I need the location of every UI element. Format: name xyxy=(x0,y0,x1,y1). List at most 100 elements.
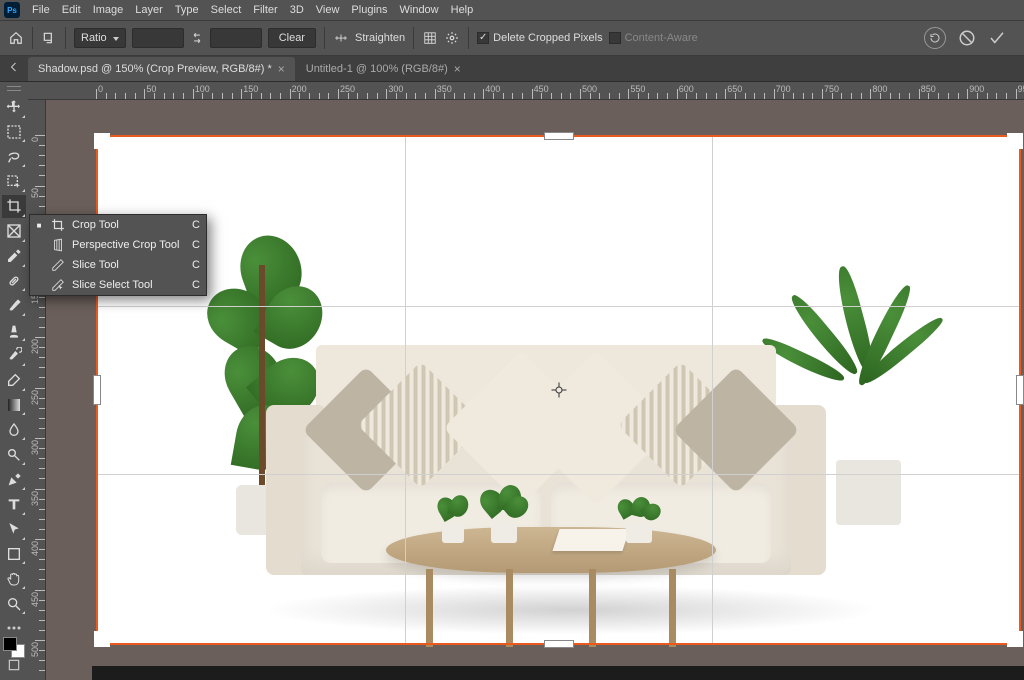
crop-center-icon xyxy=(550,381,568,399)
eraser-tool[interactable] xyxy=(2,369,26,392)
move-tool[interactable] xyxy=(2,96,26,119)
spot-heal-tool[interactable] xyxy=(2,270,26,293)
close-icon[interactable]: × xyxy=(278,62,285,76)
commit-crop-button[interactable] xyxy=(988,29,1006,47)
marquee-tool[interactable] xyxy=(2,121,26,144)
crop-tool-flyout: ■Crop ToolCPerspective Crop ToolCSlice T… xyxy=(29,214,207,296)
separator xyxy=(413,27,414,49)
crop-handle-s[interactable] xyxy=(545,641,573,647)
shape-tool[interactable] xyxy=(2,543,26,566)
crop-gridline xyxy=(98,306,1019,307)
brush-tool[interactable] xyxy=(2,294,26,317)
flyout-item-crop[interactable]: ■Crop ToolC xyxy=(30,215,206,235)
ruler-horizontal[interactable]: 0501001502002503003504004505005506006507… xyxy=(28,82,1024,100)
workspace: ■Crop ToolCPerspective Crop ToolCSlice T… xyxy=(0,82,1024,680)
checkbox-icon xyxy=(477,32,489,44)
straighten-icon[interactable] xyxy=(333,30,349,46)
swap-dimensions-icon[interactable] xyxy=(190,31,204,45)
tool-preset-icon[interactable] xyxy=(41,30,57,46)
reset-crop-button[interactable] xyxy=(924,27,946,49)
menu-item-select[interactable]: Select xyxy=(205,2,248,18)
menu-item-filter[interactable]: Filter xyxy=(247,2,283,18)
document-tabbar: Shadow.psd @ 150% (Crop Preview, RGB/8#)… xyxy=(0,56,1024,82)
toolbar-expand-icon[interactable] xyxy=(7,658,21,672)
perspective-crop-icon xyxy=(50,237,66,253)
menu-item-edit[interactable]: Edit xyxy=(56,2,87,18)
crop-tool[interactable] xyxy=(2,195,26,218)
straighten-label[interactable]: Straighten xyxy=(355,32,405,44)
menu-item-image[interactable]: Image xyxy=(87,2,130,18)
foreground-color-swatch[interactable] xyxy=(3,637,17,651)
tab-label: Untitled-1 @ 100% (RGB/8#) xyxy=(306,63,448,75)
crop-options-gear-icon[interactable] xyxy=(444,30,460,46)
gradient-tool[interactable] xyxy=(2,394,26,417)
crop-preset-select[interactable]: Ratio xyxy=(74,28,126,48)
panel-grip-icon[interactable] xyxy=(3,86,25,92)
menu-item-file[interactable]: File xyxy=(26,2,56,18)
frame-tool[interactable] xyxy=(2,220,26,243)
tab-inactive[interactable]: Untitled-1 @ 100% (RGB/8#) × xyxy=(296,57,471,81)
dodge-tool[interactable] xyxy=(2,443,26,466)
tab-overflow-icon[interactable] xyxy=(8,61,20,73)
separator xyxy=(32,27,33,49)
menu-item-layer[interactable]: Layer xyxy=(129,2,169,18)
separator xyxy=(65,27,66,49)
crop-preset-label: Ratio xyxy=(81,32,107,44)
history-brush-tool[interactable] xyxy=(2,344,26,367)
flyout-item-slice[interactable]: Slice ToolC xyxy=(30,255,206,275)
menu-item-3d[interactable]: 3D xyxy=(284,2,310,18)
crop-height-field[interactable] xyxy=(210,28,262,48)
foreground-background-swatch[interactable] xyxy=(3,637,25,658)
crop-gridline xyxy=(98,474,1019,475)
separator xyxy=(468,27,469,49)
eyedropper-tool[interactable] xyxy=(2,245,26,268)
menu-item-help[interactable]: Help xyxy=(445,2,480,18)
crop-handle-nw[interactable] xyxy=(94,133,110,149)
separator xyxy=(324,27,325,49)
crop-handle-e[interactable] xyxy=(1017,376,1023,404)
blur-tool[interactable] xyxy=(2,418,26,441)
flyout-item-label: Slice Select Tool xyxy=(72,279,186,291)
tab-active[interactable]: Shadow.psd @ 150% (Crop Preview, RGB/8#)… xyxy=(28,57,295,81)
type-tool[interactable] xyxy=(2,493,26,516)
canvas-viewport[interactable] xyxy=(46,100,1024,680)
menu-item-window[interactable]: Window xyxy=(394,2,445,18)
ruler-tick-label: 950 xyxy=(1018,84,1024,94)
edit-toolbar-icon[interactable] xyxy=(6,625,22,631)
menu-item-view[interactable]: View xyxy=(310,2,346,18)
zoom-tool[interactable] xyxy=(2,592,26,615)
crop-handle-ne[interactable] xyxy=(1007,133,1023,149)
clone-stamp-tool[interactable] xyxy=(2,319,26,342)
flyout-item-perspective-crop[interactable]: Perspective Crop ToolC xyxy=(30,235,206,255)
crop-handle-se[interactable] xyxy=(1007,631,1023,647)
crop-handle-n[interactable] xyxy=(545,133,573,139)
crop-gridline xyxy=(712,137,713,643)
overlay-options-icon[interactable] xyxy=(422,30,438,46)
clear-button[interactable]: Clear xyxy=(268,28,316,48)
delete-cropped-checkbox[interactable]: Delete Cropped Pixels xyxy=(477,32,602,44)
lasso-tool[interactable] xyxy=(2,145,26,168)
object-selection-tool[interactable] xyxy=(2,170,26,193)
ruler-vertical[interactable]: 050100150200250300350400450500 xyxy=(28,100,46,680)
close-icon[interactable]: × xyxy=(454,62,461,76)
hand-tool[interactable] xyxy=(2,567,26,590)
slice-icon xyxy=(50,257,66,273)
menu-item-type[interactable]: Type xyxy=(169,2,205,18)
crop-handle-w[interactable] xyxy=(94,376,100,404)
cancel-crop-button[interactable] xyxy=(958,29,976,47)
crop-width-field[interactable] xyxy=(132,28,184,48)
crop-handle-sw[interactable] xyxy=(94,631,110,647)
menu-item-plugins[interactable]: Plugins xyxy=(345,2,393,18)
path-selection-tool[interactable] xyxy=(2,518,26,541)
ruler-tick-label: 0 xyxy=(30,137,40,142)
crop-marquee[interactable] xyxy=(96,135,1021,645)
crop-gridline xyxy=(405,137,406,643)
menubar: Ps FileEditImageLayerTypeSelectFilter3DV… xyxy=(0,0,1024,20)
home-icon[interactable] xyxy=(8,30,24,46)
flyout-item-slice-select[interactable]: Slice Select Tool C xyxy=(30,275,206,295)
crop-icon xyxy=(50,217,66,233)
flyout-item-label: Perspective Crop Tool xyxy=(72,239,186,251)
flyout-item-shortcut: C xyxy=(192,279,200,291)
pen-tool[interactable] xyxy=(2,468,26,491)
flyout-item-label: Crop Tool xyxy=(72,219,186,231)
